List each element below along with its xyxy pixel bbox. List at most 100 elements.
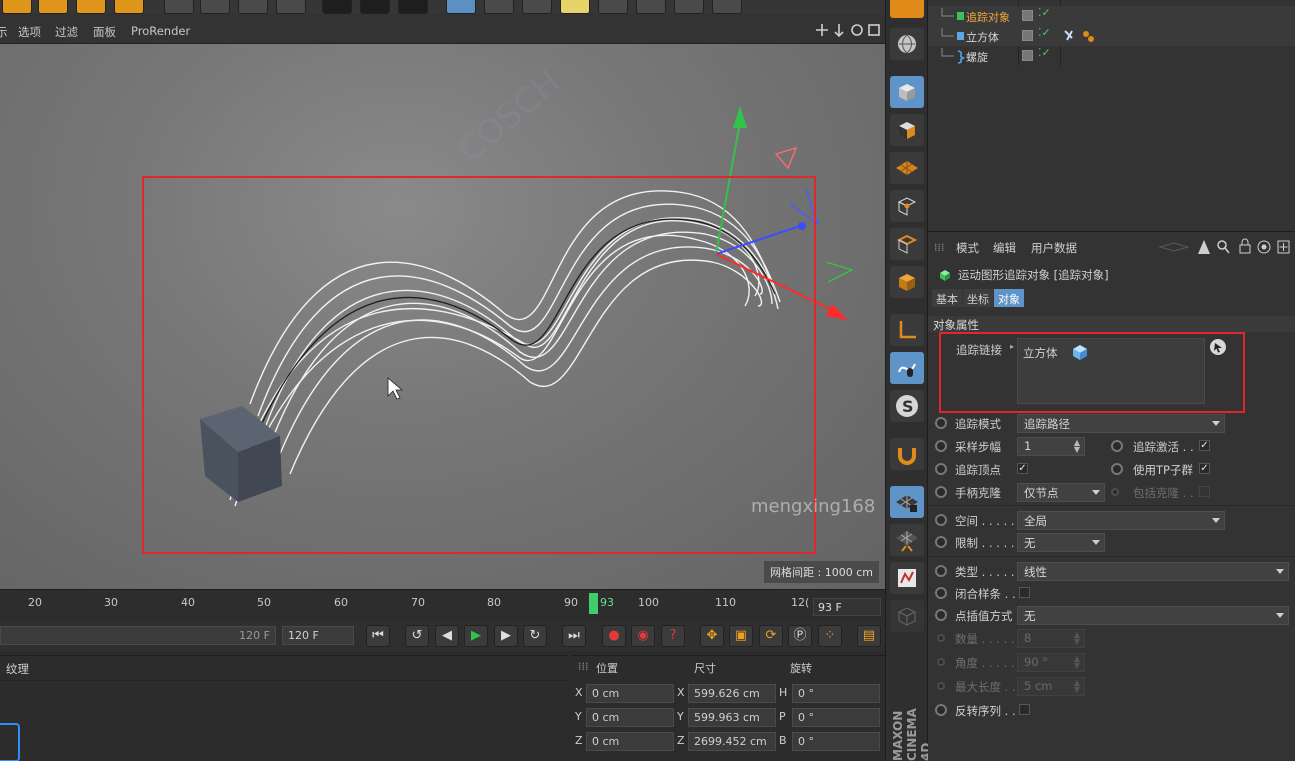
layer-toggle-icon[interactable] [1022,50,1033,61]
tweak-mode-icon[interactable] [890,352,924,384]
animate-radio[interactable] [1111,463,1123,475]
keyframe-selection-icon[interactable]: ? [661,625,685,647]
current-frame-field[interactable]: 93 F [813,598,881,616]
size-z-field[interactable]: 2699.452 cm [688,732,776,751]
animate-radio[interactable] [1111,488,1119,496]
spinner-arrows-icon[interactable]: ▲ ▼ [1074,439,1080,454]
previous-key-icon[interactable]: ↺ [405,625,429,647]
viewport-menu-filter[interactable]: 过滤 [55,24,78,40]
texture-mode-icon[interactable] [890,114,924,146]
max-length-field[interactable]: 5 cm ▲ ▼ [1017,677,1085,696]
visibility-check-icon[interactable]: ⁚✓ [1038,26,1051,39]
animate-radio[interactable] [935,514,947,526]
key-scale-icon[interactable]: ▣ [729,625,753,647]
auto-key-icon[interactable]: ◉ [631,625,655,647]
spinner-arrows-icon[interactable]: ▲ ▼ [1074,655,1080,670]
limit-dropdown[interactable]: 无 [1017,533,1105,552]
timeline-playhead[interactable] [589,593,598,614]
include-clone-checkbox[interactable] [1199,486,1210,497]
viewport-menu-options[interactable]: 选项 [18,24,41,40]
viewport-menu-display[interactable]: 示 [0,24,8,40]
timeline-window-icon[interactable]: ▤ [857,625,881,647]
attribute-toolbar-icons[interactable] [1154,238,1292,256]
frame-range-slider[interactable]: 120 F [0,626,276,645]
workplane-icon[interactable] [890,152,924,184]
sample-step-field[interactable]: 1 ▲ ▼ [1017,437,1085,456]
record-active-icon[interactable]: ● [602,625,626,647]
material-tab-texture[interactable]: 纹理 [6,661,29,677]
object-row-helix[interactable]: 螺旋 ⁚✓ [928,46,1295,66]
object-row-tracer[interactable]: 追踪对象 ⁚✓ [928,6,1295,26]
timeline-ruler[interactable]: 20 30 40 50 60 70 80 90 100 110 12( 93 9… [0,589,885,621]
go-to-end-icon[interactable]: ⏭ [562,625,586,647]
viewport-menu-panel[interactable]: 面板 [93,24,116,40]
trace-vertices-checkbox[interactable]: ✓ [1017,463,1028,474]
tab-object[interactable]: 对象 [994,289,1024,307]
visibility-check-icon[interactable]: ⁚✓ [1038,46,1051,59]
layer-toggle-icon[interactable] [1022,30,1033,41]
3d-viewport[interactable]: COSCH mengxing168 网格间距: 1000 cm [0,44,885,589]
trace-mode-dropdown[interactable]: 追踪路径 [1017,414,1225,433]
end-frame-field[interactable]: 120 F [282,626,354,645]
visibility-check-icon[interactable]: ⁚✓ [1038,6,1051,19]
animate-radio[interactable] [935,440,947,452]
animate-radio[interactable] [935,565,947,577]
rotation-b-field[interactable]: 0 ° [792,732,880,751]
move-tool-icon[interactable] [2,0,32,14]
axis-mode-icon[interactable] [890,314,924,346]
animate-radio[interactable] [935,536,947,548]
animate-radio[interactable] [1111,440,1123,452]
use-tp-checkbox[interactable]: ✓ [1199,463,1210,474]
angle-field[interactable]: 90 ° ▲ ▼ [1017,653,1085,672]
size-y-field[interactable]: 599.963 cm [688,708,776,727]
z-axis-lock-icon[interactable] [238,0,268,14]
snap-icon[interactable] [890,438,924,470]
object-row-cube[interactable]: 立方体 ⁚✓ [928,26,1295,46]
trace-active-checkbox[interactable]: ✓ [1199,440,1210,451]
viewport-nav-icons[interactable] [813,22,883,38]
key-pla-icon[interactable]: ⁘ [818,625,842,647]
solo-icon[interactable]: S [890,390,924,422]
spinner-arrows-icon[interactable]: ▲ ▼ [1074,679,1080,694]
spinner-arrows-icon[interactable]: ▲ ▼ [1074,631,1080,646]
planar-workplane-icon[interactable] [890,524,924,556]
rotation-h-field[interactable]: 0 ° [792,684,880,703]
render-settings-icon[interactable] [398,0,428,14]
polygons-mode-icon[interactable] [890,266,924,298]
key-position-icon[interactable]: ✥ [700,625,724,647]
mograph-cloner-icon[interactable] [560,0,590,14]
tab-coordinates[interactable]: 坐标 [963,289,993,307]
position-y-field[interactable]: 0 cm [586,708,674,727]
render-picture-viewer-icon[interactable] [360,0,390,14]
animate-radio[interactable] [935,704,947,716]
viewport-menu-prorender[interactable]: ProRender [131,24,190,38]
next-key-icon[interactable]: ↻ [523,625,547,647]
key-parameter-icon[interactable]: Ⓟ [788,625,812,647]
object-name[interactable]: 立方体 [966,29,999,45]
step-forward-icon[interactable]: ▶ [494,625,518,647]
animate-radio[interactable] [937,682,945,690]
size-x-field[interactable]: 599.626 cm [688,684,776,703]
edges-mode-icon[interactable] [890,228,924,260]
globe-icon[interactable] [890,28,924,60]
spline-pen-icon[interactable] [484,0,514,14]
animate-radio[interactable] [935,587,947,599]
step-back-icon[interactable]: ◀ [435,625,459,647]
object-name[interactable]: 追踪对象 [966,9,1010,25]
y-axis-lock-icon[interactable] [200,0,230,14]
undo-icon[interactable] [890,0,924,18]
tag-icons[interactable] [1062,28,1098,44]
interpolation-dropdown[interactable]: 无 [1017,606,1289,625]
rotation-p-field[interactable]: 0 ° [792,708,880,727]
menu-edit[interactable]: 编辑 [993,240,1016,256]
quantize-icon[interactable] [890,562,924,594]
reverse-sequence-checkbox[interactable] [1019,704,1030,715]
handle-clone-dropdown[interactable]: 仅节点 [1017,483,1105,502]
scale-tool-icon[interactable] [38,0,68,14]
animate-radio[interactable] [935,609,947,621]
floor-icon[interactable] [636,0,666,14]
live-select-icon[interactable] [114,0,144,14]
layer-toggle-icon[interactable] [1022,10,1033,21]
disabled-tool-icon[interactable] [890,600,924,632]
closed-spline-checkbox[interactable] [1019,587,1030,598]
